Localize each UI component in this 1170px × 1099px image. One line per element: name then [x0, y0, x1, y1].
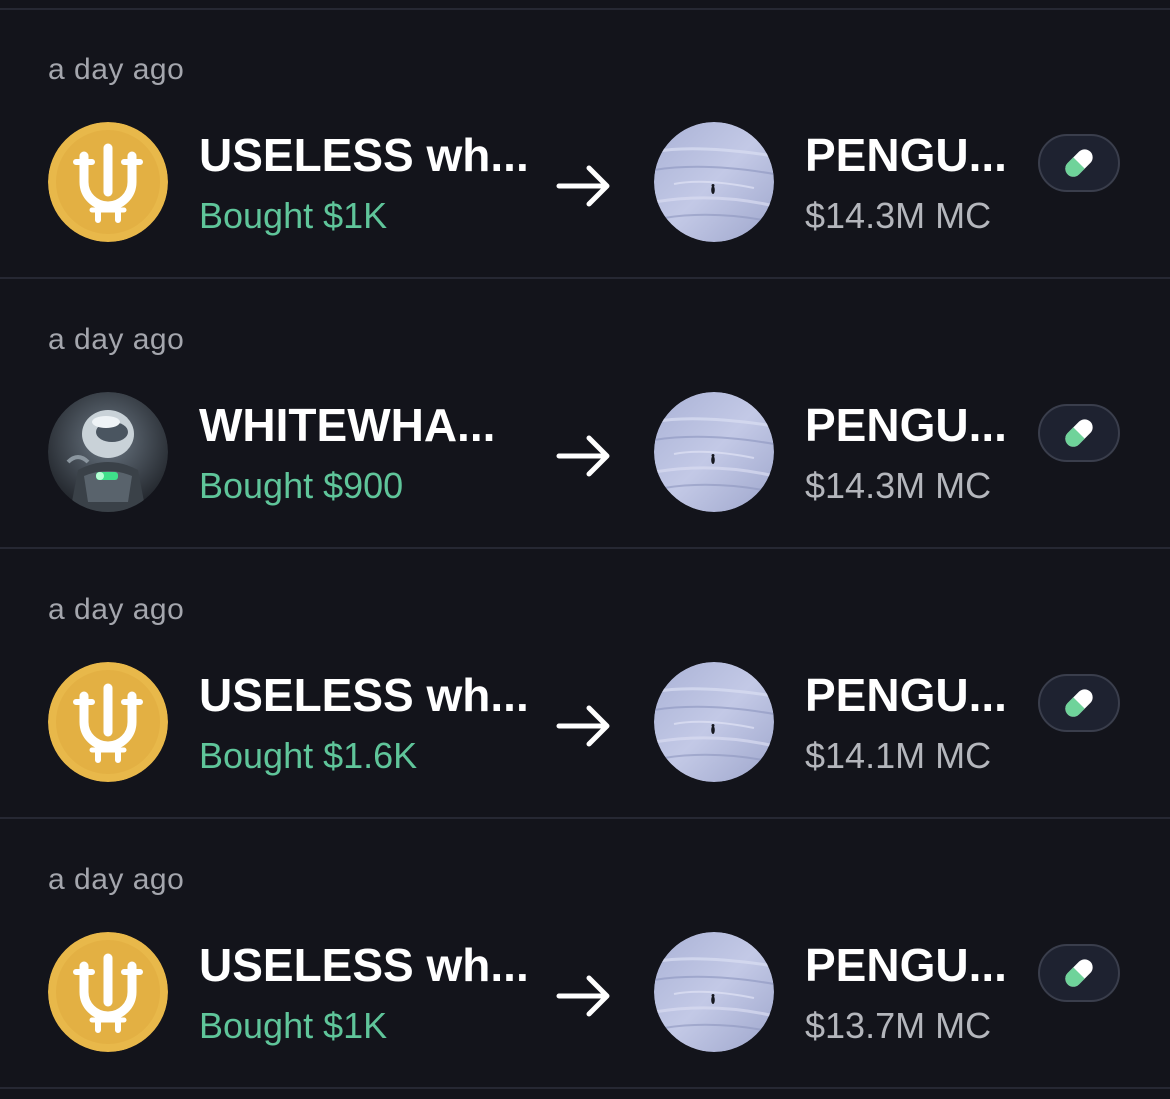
penguin-snowfield-icon	[654, 392, 774, 512]
useless-logo-icon	[48, 662, 168, 782]
divider	[0, 1087, 1170, 1089]
trade-action: Bought $1K	[199, 195, 388, 236]
trade-row[interactable]: a day ago USELESS wh... Bought $1K PENGU…	[0, 820, 1170, 1088]
pill-badge-button[interactable]	[1038, 944, 1120, 1002]
token-image[interactable]	[654, 122, 774, 242]
pill-icon	[1059, 953, 1099, 993]
penguin-snowfield-icon	[654, 122, 774, 242]
pill-badge-button[interactable]	[1038, 404, 1120, 462]
arrow-right-icon	[553, 425, 615, 487]
pill-badge-button[interactable]	[1038, 674, 1120, 732]
trader-avatar-useless[interactable]	[48, 932, 168, 1052]
divider	[0, 277, 1170, 279]
trader-name[interactable]: USELESS wh...	[199, 938, 529, 992]
token-name[interactable]: PENGU...	[805, 938, 1007, 992]
trade-time: a day ago	[48, 53, 185, 86]
pill-icon	[1059, 413, 1099, 453]
useless-logo-icon	[48, 122, 168, 242]
market-cap: $14.1M MC	[805, 735, 992, 776]
arrow-right-icon	[553, 155, 615, 217]
trade-row[interactable]: a day ago USELESS wh... Bought $1K PENGU…	[0, 10, 1170, 278]
trade-action: Bought $900	[199, 465, 404, 506]
trader-name[interactable]: WHITEWHA...	[199, 398, 495, 452]
trader-avatar-useless[interactable]	[48, 122, 168, 242]
trade-action: Bought $1K	[199, 1005, 388, 1046]
trader-avatar-useless[interactable]	[48, 662, 168, 782]
trade-row[interactable]: a day ago USELESS wh... Bought $1.6K PEN…	[0, 550, 1170, 818]
penguin-snowfield-icon	[654, 662, 774, 782]
trade-time: a day ago	[48, 863, 185, 896]
market-cap: $13.7M MC	[805, 1005, 992, 1046]
divider	[0, 547, 1170, 549]
token-image[interactable]	[654, 662, 774, 782]
trade-feed: a day ago USELESS wh... Bought $1K PENGU…	[0, 0, 1170, 1099]
trade-action: Bought $1.6K	[199, 735, 418, 776]
market-cap: $14.3M MC	[805, 465, 992, 506]
trade-time: a day ago	[48, 323, 185, 356]
pill-icon	[1059, 683, 1099, 723]
pill-icon	[1059, 143, 1099, 183]
trader-name[interactable]: USELESS wh...	[199, 128, 529, 182]
trader-avatar-whitewhale[interactable]	[48, 392, 168, 512]
robot-portrait-icon	[48, 392, 168, 512]
trade-row[interactable]: a day ago WHITEWHA... Bought $900 PENGU.…	[0, 280, 1170, 548]
token-name[interactable]: PENGU...	[805, 398, 1007, 452]
trade-time: a day ago	[48, 593, 185, 626]
trader-name[interactable]: USELESS wh...	[199, 668, 529, 722]
token-image[interactable]	[654, 392, 774, 512]
token-name[interactable]: PENGU...	[805, 128, 1007, 182]
divider	[0, 817, 1170, 819]
arrow-right-icon	[553, 695, 615, 757]
arrow-right-icon	[553, 965, 615, 1027]
market-cap: $14.3M MC	[805, 195, 992, 236]
pill-badge-button[interactable]	[1038, 134, 1120, 192]
token-name[interactable]: PENGU...	[805, 668, 1007, 722]
penguin-snowfield-icon	[654, 932, 774, 1052]
token-image[interactable]	[654, 932, 774, 1052]
useless-logo-icon	[48, 932, 168, 1052]
